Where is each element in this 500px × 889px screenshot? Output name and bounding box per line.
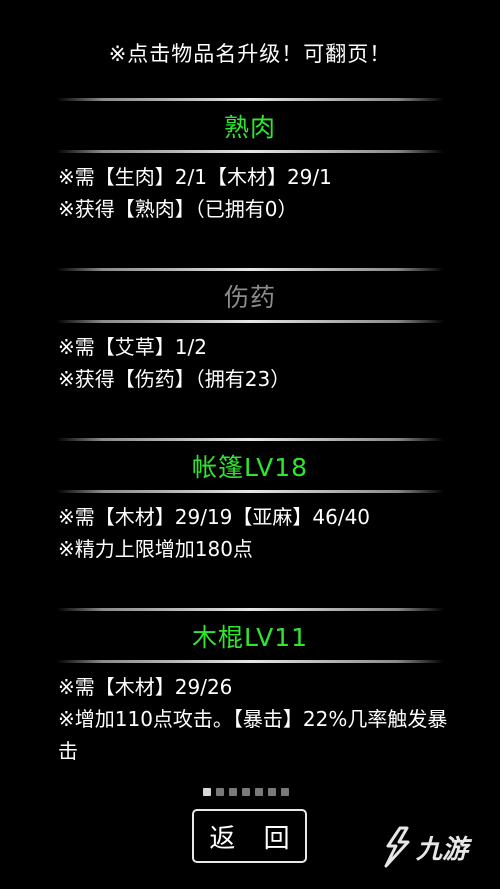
divider xyxy=(56,268,444,271)
item-effect: ※获得【伤药】（拥有23） xyxy=(58,367,291,391)
jiuyou-logo-icon xyxy=(384,826,410,868)
divider xyxy=(56,438,444,441)
page-indicator[interactable] xyxy=(203,788,289,796)
item-title-medicine[interactable]: 伤药 xyxy=(0,278,500,314)
item-title-tent[interactable]: 帐篷LV18 xyxy=(0,448,500,484)
item-requirement: ※需【生肉】2/1【木材】29/1 xyxy=(58,165,332,189)
item-requirement: ※需【木材】29/19【亚麻】46/40 xyxy=(58,505,371,529)
divider xyxy=(56,660,444,663)
page-dot[interactable] xyxy=(229,788,237,796)
page-dot[interactable] xyxy=(203,788,211,796)
divider xyxy=(56,98,444,101)
divider xyxy=(56,490,444,493)
crafting-screen: ※点击物品名升级！可翻页！ 熟肉 ※需【生肉】2/1【木材】29/1 ※获得【熟… xyxy=(0,0,500,889)
item-effect: ※精力上限增加180点 xyxy=(58,537,253,561)
item-effect: ※增加110点攻击。【暴击】22%几率触发暴击 xyxy=(58,707,448,763)
watermark: 九游 xyxy=(380,826,468,868)
divider xyxy=(56,150,444,153)
divider xyxy=(56,608,444,611)
divider xyxy=(56,320,444,323)
page-dot[interactable] xyxy=(255,788,263,796)
back-button[interactable]: 返 回 xyxy=(192,809,307,863)
item-title-stick[interactable]: 木棍LV11 xyxy=(0,618,500,654)
item-title-cooked-meat[interactable]: 熟肉 xyxy=(0,108,500,144)
page-dot[interactable] xyxy=(216,788,224,796)
watermark-text: 九游 xyxy=(416,834,469,865)
hint-text: ※点击物品名升级！可翻页！ xyxy=(108,42,392,66)
page-dot[interactable] xyxy=(242,788,250,796)
item-effect: ※获得【熟肉】（已拥有0） xyxy=(58,197,298,221)
item-requirement: ※需【艾草】1/2 xyxy=(58,335,207,359)
item-requirement: ※需【木材】29/26 xyxy=(58,675,233,699)
page-dot[interactable] xyxy=(268,788,276,796)
page-dot[interactable] xyxy=(281,788,289,796)
